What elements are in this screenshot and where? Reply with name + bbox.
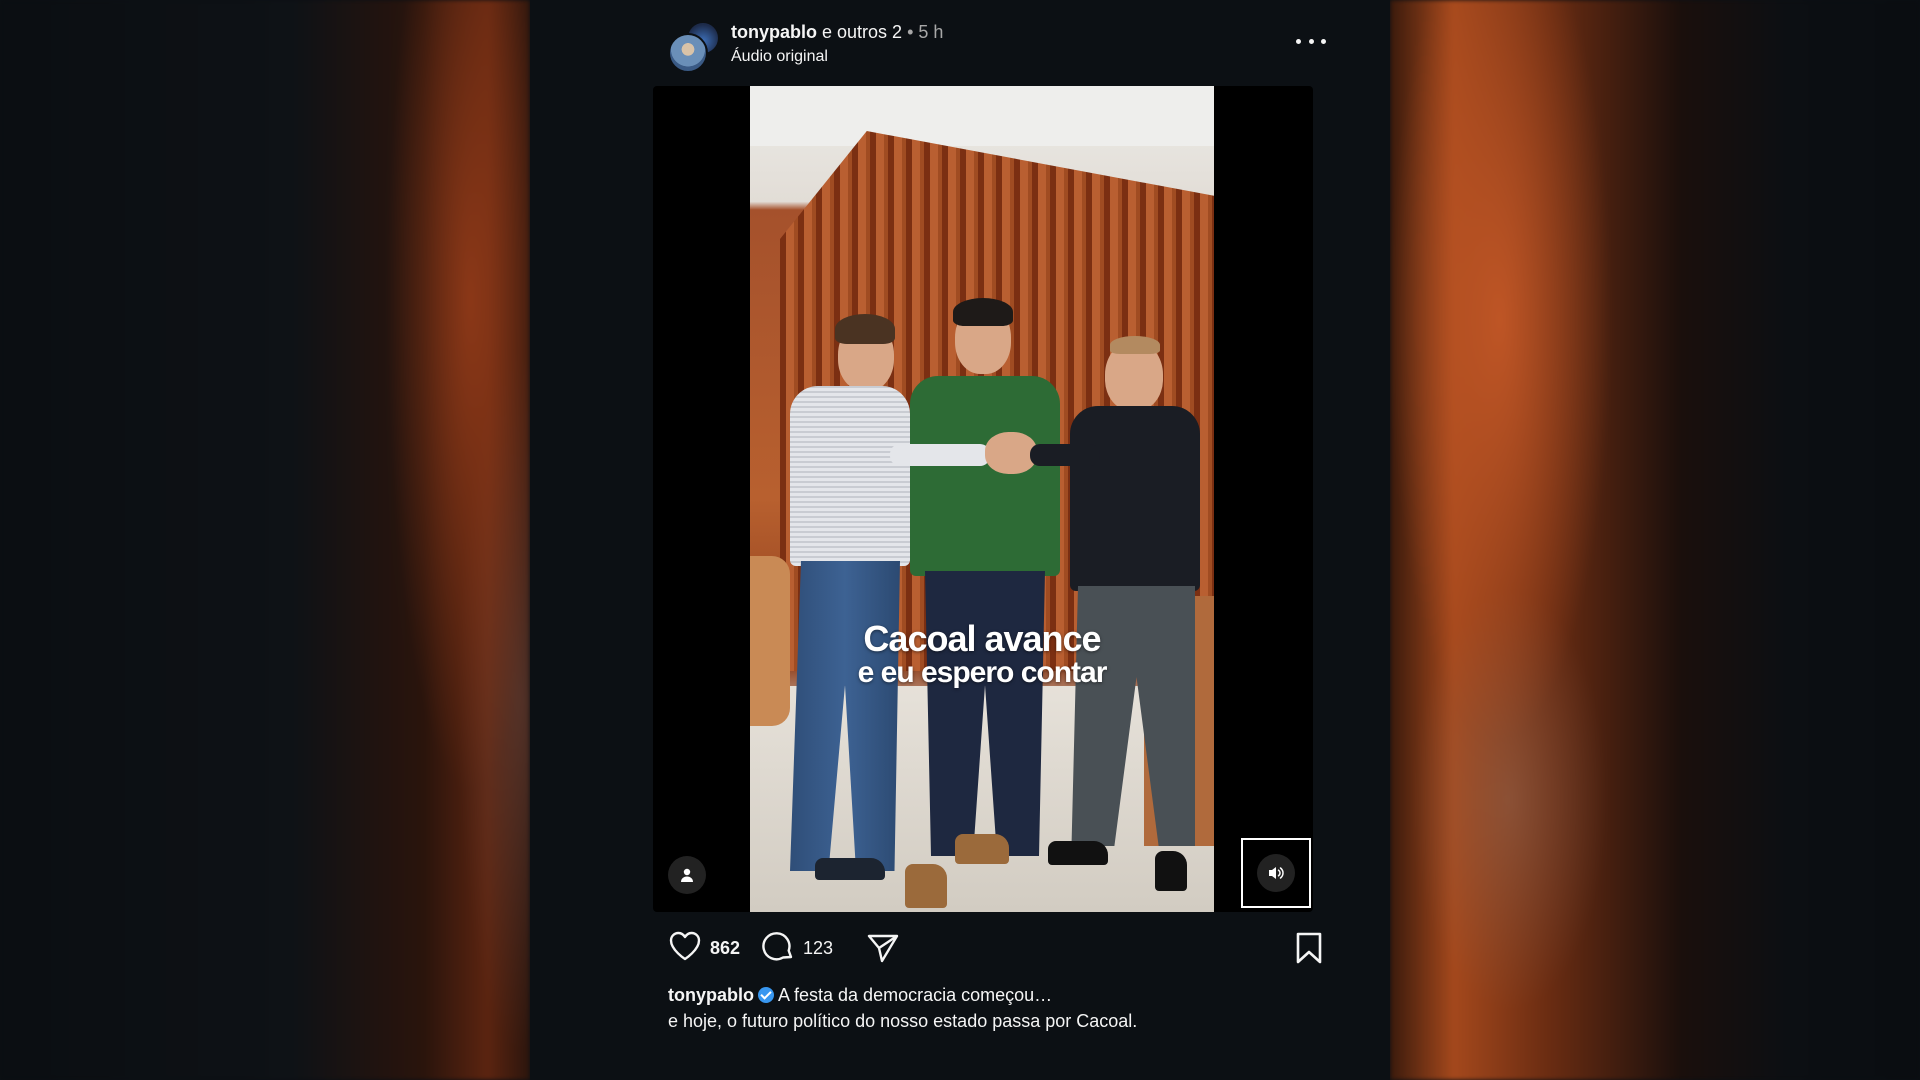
video-caption-line1: Cacoal avance	[863, 618, 1101, 659]
comment-group: 123	[761, 930, 833, 966]
caption-text-line1: A festa da democracia começou…	[778, 985, 1053, 1005]
post-time[interactable]: 5 h	[918, 22, 943, 42]
header-author-line: tonypablo e outros 2 • 5 h	[731, 22, 943, 43]
user-tag-icon[interactable]	[668, 856, 706, 894]
more-options-icon[interactable]	[1296, 32, 1326, 50]
volume-icon	[1257, 854, 1295, 892]
like-count[interactable]: 862	[710, 938, 740, 959]
verified-badge-icon	[758, 987, 774, 1003]
caption-text-line2: e hoje, o futuro político do nosso estad…	[668, 1011, 1138, 1031]
avatar[interactable]	[668, 18, 724, 74]
blurred-backdrop-right	[1390, 0, 1920, 1080]
video-caption-line2: e eu espero contar	[857, 656, 1108, 689]
like-group: 862	[668, 930, 740, 966]
caption-line1: tonypablo A festa da democracia começou…	[668, 982, 1328, 1008]
post-caption: tonypablo A festa da democracia começou… …	[668, 982, 1328, 1034]
author-username[interactable]: tonypablo	[731, 22, 817, 42]
post-card: tonypablo e outros 2 • 5 h Áudio origina…	[530, 0, 1390, 1080]
heart-icon[interactable]	[668, 930, 702, 967]
comment-count[interactable]: 123	[803, 938, 833, 959]
caption-username[interactable]: tonypablo	[668, 985, 754, 1005]
share-icon[interactable]	[866, 930, 900, 966]
joined-hands	[890, 426, 1100, 486]
author-avatar	[668, 33, 708, 73]
separator: •	[902, 22, 919, 42]
audio-link[interactable]: Áudio original	[731, 48, 828, 66]
volume-button[interactable]	[1241, 838, 1311, 908]
coauthors-link[interactable]: e outros 2	[822, 22, 902, 42]
action-bar: 862 123	[668, 930, 1328, 966]
video-player[interactable]: Cacoal avance e eu espero contar	[653, 86, 1313, 912]
blurred-backdrop-left	[0, 0, 530, 1080]
post-header: tonypablo e outros 2 • 5 h Áudio origina…	[668, 18, 1338, 74]
comment-icon[interactable]	[761, 929, 795, 968]
bookmark-icon[interactable]	[1294, 930, 1324, 966]
video-frame: Cacoal avance e eu espero contar	[750, 86, 1214, 912]
